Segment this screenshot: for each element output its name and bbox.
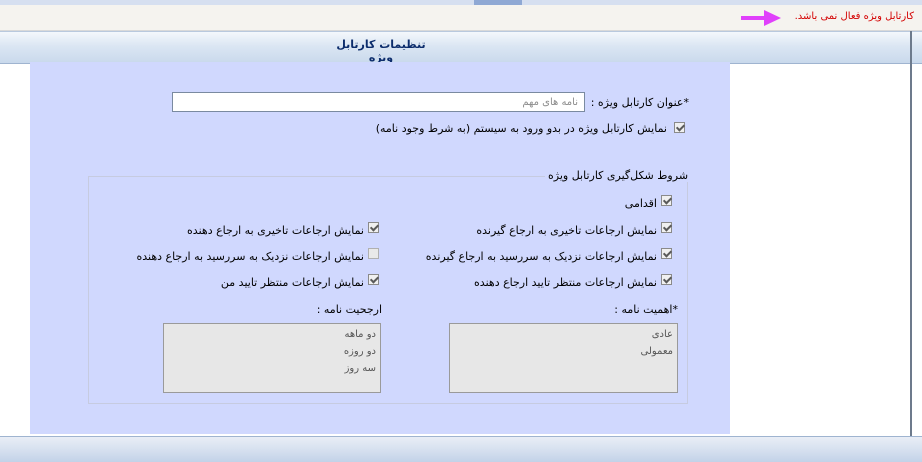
action-label: اقدامی <box>624 197 657 210</box>
right-item-0-checkbox[interactable] <box>661 222 672 233</box>
action-checkbox[interactable] <box>661 195 672 206</box>
title-label: *عنوان کارتابل ویژه : <box>590 96 689 109</box>
right-item-1-label: نمایش ارجاعات نزدیک به سررسید به ارجاع گ… <box>425 250 657 263</box>
priority-option[interactable]: دو ماهه <box>168 326 377 343</box>
show-on-login-checkbox[interactable] <box>674 122 685 133</box>
inactive-notice: کارتابل ویژه فعال نمی باشد. <box>794 11 914 22</box>
left-item-0-checkbox[interactable] <box>368 222 379 233</box>
left-item-2-checkbox[interactable] <box>368 274 379 285</box>
importance-option[interactable]: عادی <box>454 326 673 343</box>
title-input[interactable] <box>172 92 585 112</box>
priority-label: ارجحیت نامه : <box>316 303 382 316</box>
page-header <box>0 31 922 64</box>
page-footer <box>0 436 922 462</box>
left-item-1-label: نمایش ارجاعات نزدیک به سررسید به ارجاع د… <box>136 250 364 263</box>
priority-option[interactable]: دو روزه <box>168 343 376 360</box>
importance-option[interactable]: معمولی <box>454 343 673 360</box>
importance-listbox[interactable]: عادی معمولی <box>449 323 678 393</box>
conditions-legend: شروط شکل‌گیری کارتابل ویژه <box>545 169 692 182</box>
show-on-login-label: نمایش کارتابل ویژه در بدو ورود به سیستم … <box>375 122 667 135</box>
left-item-1-checkbox[interactable] <box>368 248 379 259</box>
page-title: تنظیمات کارتابل ویژه <box>336 38 426 64</box>
importance-label: *اهمیت نامه : <box>614 303 678 316</box>
right-item-0-label: نمایش ارجاعات تاخیری به ارجاع گیرنده <box>476 224 657 237</box>
right-divider <box>910 31 912 436</box>
notice-strip <box>0 5 922 31</box>
left-item-0-label: نمایش ارجاعات تاخیری به ارجاع دهنده <box>187 224 364 237</box>
right-item-1-checkbox[interactable] <box>661 248 672 259</box>
arrow-right-icon <box>741 10 781 26</box>
priority-option[interactable]: سه روز <box>168 360 376 377</box>
right-item-2-checkbox[interactable] <box>661 274 672 285</box>
left-item-2-label: نمایش ارجاعات منتظر تایید من <box>220 276 364 289</box>
priority-listbox[interactable]: دو ماهه دو روزه سه روز <box>163 323 381 393</box>
right-item-2-label: نمایش ارجاعات منتظر تایید ارجاع دهنده <box>474 276 657 289</box>
